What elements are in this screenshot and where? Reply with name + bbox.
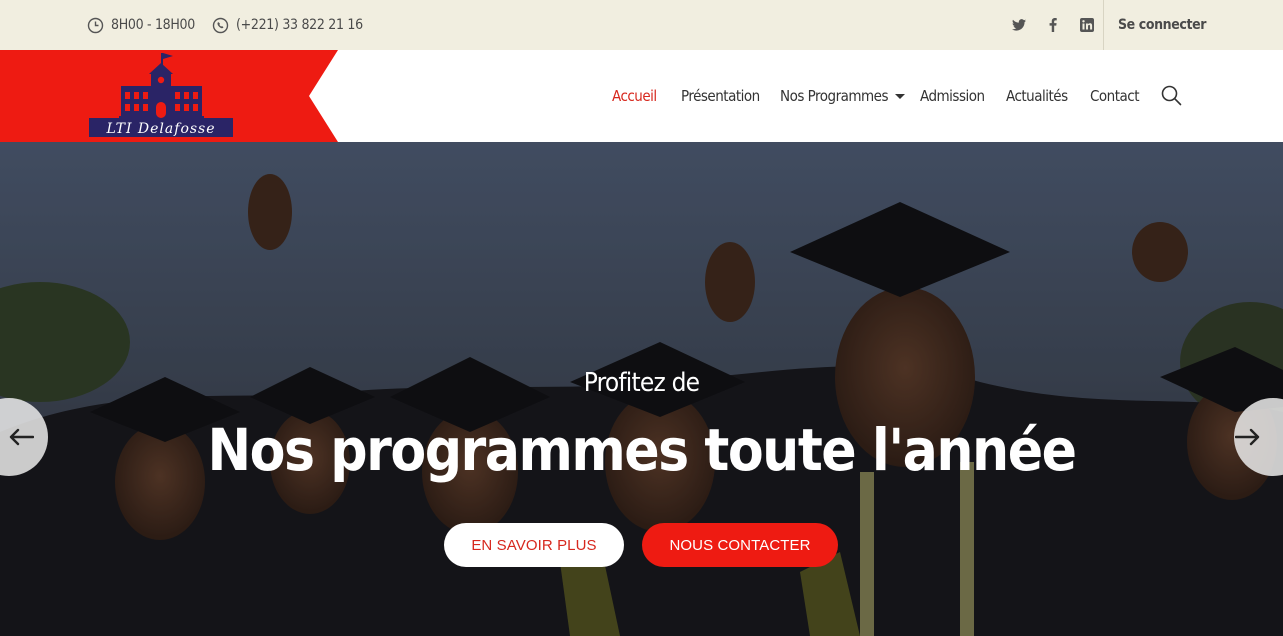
search-button[interactable]	[1161, 85, 1182, 111]
logo[interactable]: LTI Delafosse	[0, 50, 340, 142]
twitter-icon[interactable]	[1002, 0, 1036, 50]
learn-more-button[interactable]: EN SAVOIR PLUS	[444, 523, 624, 567]
nav-item-contact[interactable]: Contact	[1090, 87, 1140, 105]
nav-item-programmes-label: Nos Programmes	[780, 87, 889, 105]
nav-item-programmes[interactable]: Nos Programmes	[780, 87, 906, 105]
opening-hours: 8H00 - 18H00	[87, 0, 195, 50]
phone-number-text: (+221) 33 822 21 16	[236, 17, 363, 33]
nav-item-actualites[interactable]: Actualités	[1006, 87, 1068, 105]
facebook-icon[interactable]	[1036, 0, 1070, 50]
phone-icon	[212, 17, 229, 33]
nav-item-presentation[interactable]: Présentation	[681, 87, 760, 105]
contact-button[interactable]: NOUS CONTACTER	[642, 523, 838, 567]
hero-subtitle: Profitez de	[583, 368, 700, 398]
caret-down-icon	[895, 93, 906, 99]
arrow-right-icon	[1235, 428, 1260, 446]
opening-hours-text: 8H00 - 18H00	[111, 17, 195, 33]
hero-title: Nos programmes toute l'année	[207, 416, 1078, 484]
clock-icon	[87, 17, 104, 33]
phone-number[interactable]: (+221) 33 822 21 16	[212, 0, 363, 50]
logo-text: LTI Delafosse	[105, 121, 215, 137]
nav-item-accueil[interactable]: Accueil	[612, 87, 657, 105]
nav-item-admission[interactable]: Admission	[920, 87, 985, 105]
topbar-divider	[1103, 0, 1104, 50]
hero-slider: Profitez de Nos programmes toute l'année…	[0, 142, 1283, 636]
search-icon	[1161, 85, 1182, 106]
arrow-left-icon	[9, 428, 34, 446]
social-links	[1002, 0, 1104, 50]
linkedin-icon[interactable]	[1070, 0, 1104, 50]
login-link[interactable]: Se connecter	[1118, 0, 1206, 50]
top-bar: 8H00 - 18H00 (+221) 33 822 21 16 Se conn…	[0, 0, 1283, 50]
main-header: LTI Delafosse Accueil Présentation Nos P…	[0, 50, 1283, 142]
